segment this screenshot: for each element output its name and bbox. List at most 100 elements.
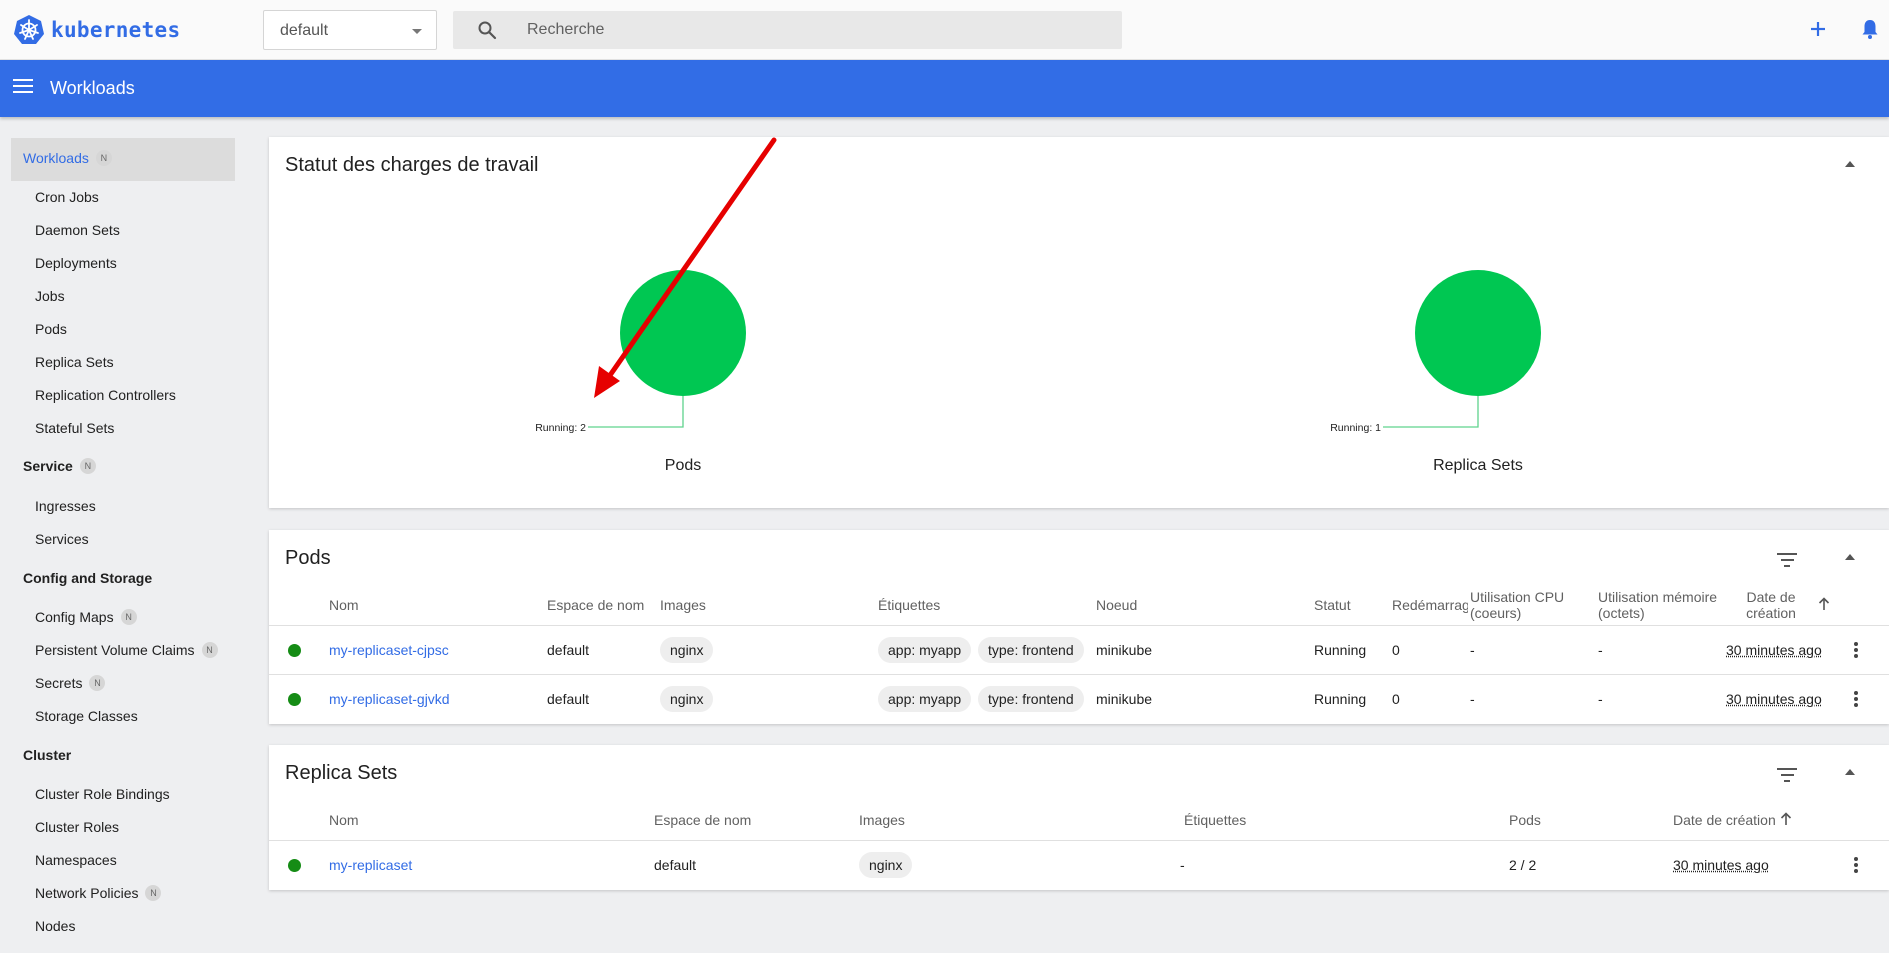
sidebar-item-cron-jobs[interactable]: Cron Jobs [35,189,99,205]
sidebar-item-network-policies[interactable]: Network Policies N [35,885,162,901]
sidebar-item-ingresses[interactable]: Ingresses [35,498,96,514]
search-bar [453,11,1122,49]
sidebar-item-label: Namespaces [35,852,117,868]
sidebar-section-label: Config and Storage [23,570,153,586]
filter-icon[interactable] [1777,768,1797,782]
caret-down-icon [412,29,422,34]
filter-icon[interactable] [1777,553,1797,567]
sidebar-item-persistent-volume-claims[interactable]: Persistent Volume Claims N [35,642,218,658]
page-header: Workloads [0,60,1889,117]
label-chip: app: myapp [878,637,972,663]
search-input[interactable] [527,11,1087,49]
namespace-selector[interactable]: default [263,10,437,50]
row-divider [269,625,1889,626]
pod-memory: - [1598,642,1603,658]
pod-node[interactable]: minikube [1096,691,1152,707]
search-icon[interactable] [477,20,497,40]
sidebar-item-cluster-roles[interactable]: Cluster Roles [35,819,119,835]
row-divider [269,674,1889,675]
sidebar-item-storage-classes[interactable]: Storage Classes [35,708,138,724]
sidebar-item-daemon-sets[interactable]: Daemon Sets [35,222,120,238]
column-header-restarts: Redémarrag [1392,597,1468,613]
image-chip: nginx [859,852,913,878]
sidebar-item-stateful-sets[interactable]: Stateful Sets [35,420,114,436]
column-header-created[interactable]: Date de création [1736,589,1806,621]
sidebar-item-label: Workloads [23,150,89,166]
sidebar-item-nodes[interactable]: Nodes [35,918,75,934]
sidebar-item-jobs[interactable]: Jobs [35,288,65,304]
workload-status-card: Statut des charges de travail Running: 2… [269,137,1889,508]
sort-ascending-icon[interactable] [1780,812,1792,826]
pod-node[interactable]: minikube [1096,642,1152,658]
sidebar-item-replication-controllers[interactable]: Replication Controllers [35,387,176,403]
column-header-namespace: Espace de nom [654,812,752,828]
sidebar-section-label: Service [23,458,73,474]
sidebar-item-label: Storage Classes [35,708,138,724]
sidebar-section-config-and-storage[interactable]: Config and Storage [23,570,152,586]
sidebar-item-label: Persistent Volume Claims [35,642,195,658]
sidebar-item-label: Cluster Role Bindings [35,786,170,802]
replica-set-name-link[interactable]: my-replicaset [329,857,412,873]
status-ok-icon [288,693,301,706]
menu-icon[interactable] [13,79,33,95]
column-header-name[interactable]: Nom [329,812,359,828]
sidebar-item-label: Cluster Roles [35,819,120,835]
column-header-memory: Utilisation mémoire (octets) [1598,589,1718,621]
row-actions-menu-icon[interactable] [1854,691,1858,709]
collapse-icon[interactable] [1845,554,1855,560]
notifications-bell-icon[interactable] [1858,17,1882,41]
replica-set-namespace: default [654,857,697,873]
pod-name-link[interactable]: my-replicaset-gjvkd [329,691,450,707]
sidebar-item-namespaces[interactable]: Namespaces [35,852,117,868]
pod-name-link[interactable]: my-replicaset-cjpsc [329,642,449,658]
namespaced-badge: N [89,675,106,691]
sidebar-item-replica-sets[interactable]: Replica Sets [35,354,114,370]
row-actions-menu-icon[interactable] [1854,642,1858,660]
kubernetes-logo[interactable]: kubernetes [13,14,180,46]
label-chip: type: frontend [978,686,1084,712]
pod-memory: - [1598,691,1603,707]
page-title: Workloads [50,78,135,98]
create-resource-button[interactable] [1806,17,1830,41]
namespace-value: default [280,22,329,39]
sidebar-item-services[interactable]: Services [35,531,89,547]
pod-cpu: - [1470,691,1475,707]
top-bar: kubernetes default [0,0,1889,60]
replica-set-created: 30 minutes ago [1673,857,1769,873]
column-header-cpu: Utilisation CPU (coeurs) [1470,589,1565,621]
replica-sets-running-legend: Running: 1 [1330,422,1381,434]
status-ok-icon [288,644,301,657]
pod-namespace: default [547,691,590,707]
status-ok-icon [288,859,301,872]
app-name: kubernetes [51,18,181,42]
sort-ascending-icon[interactable] [1818,597,1830,611]
collapse-icon[interactable] [1845,769,1855,775]
sidebar-item-config-maps[interactable]: Config Maps N [35,609,137,625]
pod-created: 30 minutes ago [1726,691,1822,707]
replica-sets-pie-chart [1415,270,1541,396]
pod-restarts: 0 [1392,691,1400,707]
sidebar-item-deployments[interactable]: Deployments [35,255,117,271]
replica-sets-chart-label: Replica Sets [1433,457,1523,474]
sidebar-section-service[interactable]: Service N [23,458,96,474]
column-header-node: Noeud [1096,597,1138,613]
sidebar-item-label: Network Policies [35,885,139,901]
sidebar-item-secrets[interactable]: Secrets N [35,675,106,691]
pod-status: Running [1314,691,1367,707]
row-actions-menu-icon[interactable] [1854,857,1858,875]
column-header-created[interactable]: Date de création [1673,812,1776,828]
image-chip: nginx [660,686,714,712]
sidebar-item-pods[interactable]: Pods [35,321,67,337]
kubernetes-logo-icon [14,15,44,44]
sidebar-section-cluster[interactable]: Cluster [23,747,71,763]
pod-cpu: - [1470,642,1475,658]
column-header-labels: Étiquettes [1184,812,1247,828]
pods-chart-label: Pods [664,457,702,474]
label-chip: app: myapp [878,686,972,712]
sidebar-item-cluster-role-bindings[interactable]: Cluster Role Bindings [35,786,170,802]
sidebar-item-workloads[interactable]: Workloads N [23,150,112,166]
sidebar: Workloads N Cron Jobs Daemon Sets Deploy… [0,117,245,953]
column-header-namespace: Espace de nom [547,597,645,613]
column-header-name[interactable]: Nom [329,597,359,613]
sidebar-item-label: Nodes [35,918,76,934]
